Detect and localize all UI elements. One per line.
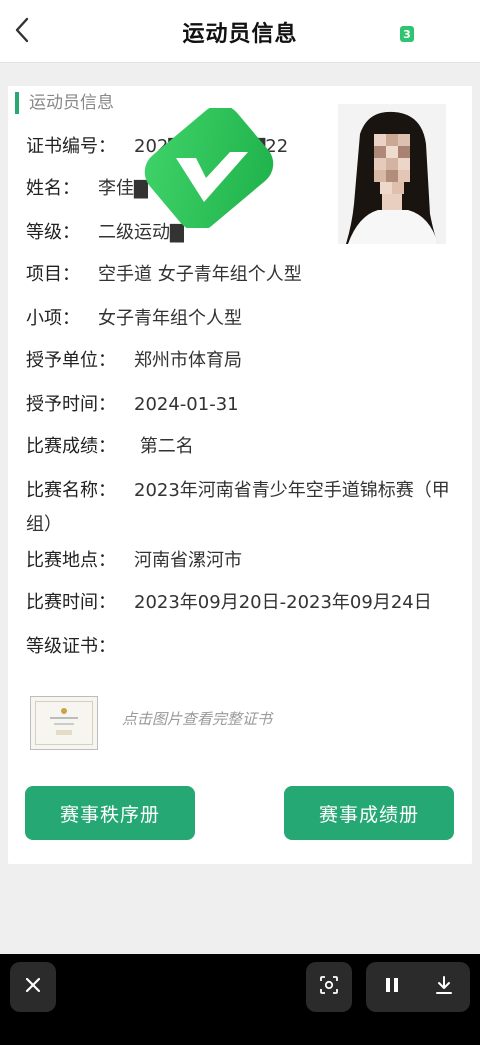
certificate-thumbnail[interactable] — [30, 696, 98, 750]
field-competition-name: 比赛名称： 2023年河南省青少年空手道锦标赛（甲组） — [26, 474, 472, 542]
field-label: 等级证书： — [26, 636, 116, 657]
field-competition-location: 比赛地点： 河南省漯河市 — [26, 544, 472, 578]
screenshot-button[interactable] — [306, 962, 352, 1012]
field-label: 证书编号： — [26, 136, 116, 157]
field-value: 河南省漯河市 — [134, 550, 242, 571]
field-value: 第二名 — [134, 436, 194, 457]
section-title: 运动员信息 — [15, 92, 114, 114]
order-book-button[interactable]: 赛事秩序册 — [25, 786, 195, 840]
verified-check-icon — [134, 105, 284, 231]
field-label: 比赛成绩： — [26, 436, 116, 457]
field-level-certificate: 等级证书： — [26, 630, 472, 664]
field-value: 2024-01-31 — [134, 394, 239, 415]
top-navigation-bar: 运动员信息 3 — [0, 0, 480, 63]
field-label: 授予时间： — [26, 394, 116, 415]
field-value: 女子青年组个人型 — [98, 308, 242, 329]
field-result: 比赛成绩： 第二名 — [26, 430, 472, 464]
field-sub-event: 小项： 女子青年组个人型 — [26, 302, 472, 336]
field-label: 比赛名称： — [26, 480, 116, 501]
field-label: 项目： — [26, 264, 80, 285]
certificate-thumbnail-frame — [35, 701, 93, 745]
field-granting-unit: 授予单位： 郑州市体育局 — [26, 344, 472, 378]
field-label: 比赛地点： — [26, 550, 116, 571]
close-button[interactable] — [10, 962, 56, 1012]
pause-icon[interactable] — [382, 975, 402, 999]
certificate-hint[interactable]: 点击图片查看完整证书 — [122, 708, 272, 729]
field-event: 项目： 空手道 女子青年组个人型 — [26, 258, 472, 292]
field-grant-date: 授予时间： 2024-01-31 — [26, 388, 472, 422]
field-value: 2023年09月20日-2023年09月24日 — [134, 592, 432, 613]
close-icon — [23, 975, 43, 999]
field-competition-time: 比赛时间： 2023年09月20日-2023年09月24日 — [26, 586, 472, 620]
status-badge: 3 — [400, 26, 414, 42]
field-label: 等级： — [26, 222, 80, 243]
field-value: 空手道 女子青年组个人型 — [98, 264, 302, 285]
field-label: 授予单位： — [26, 350, 116, 371]
download-icon[interactable] — [433, 974, 455, 1000]
results-book-button[interactable]: 赛事成绩册 — [284, 786, 454, 840]
screenshot-icon — [318, 974, 340, 1000]
field-label: 比赛时间： — [26, 592, 116, 613]
media-controls — [366, 962, 470, 1012]
field-value: 郑州市体育局 — [134, 350, 242, 371]
field-label: 姓名： — [26, 178, 80, 199]
field-label: 小项： — [26, 308, 80, 329]
